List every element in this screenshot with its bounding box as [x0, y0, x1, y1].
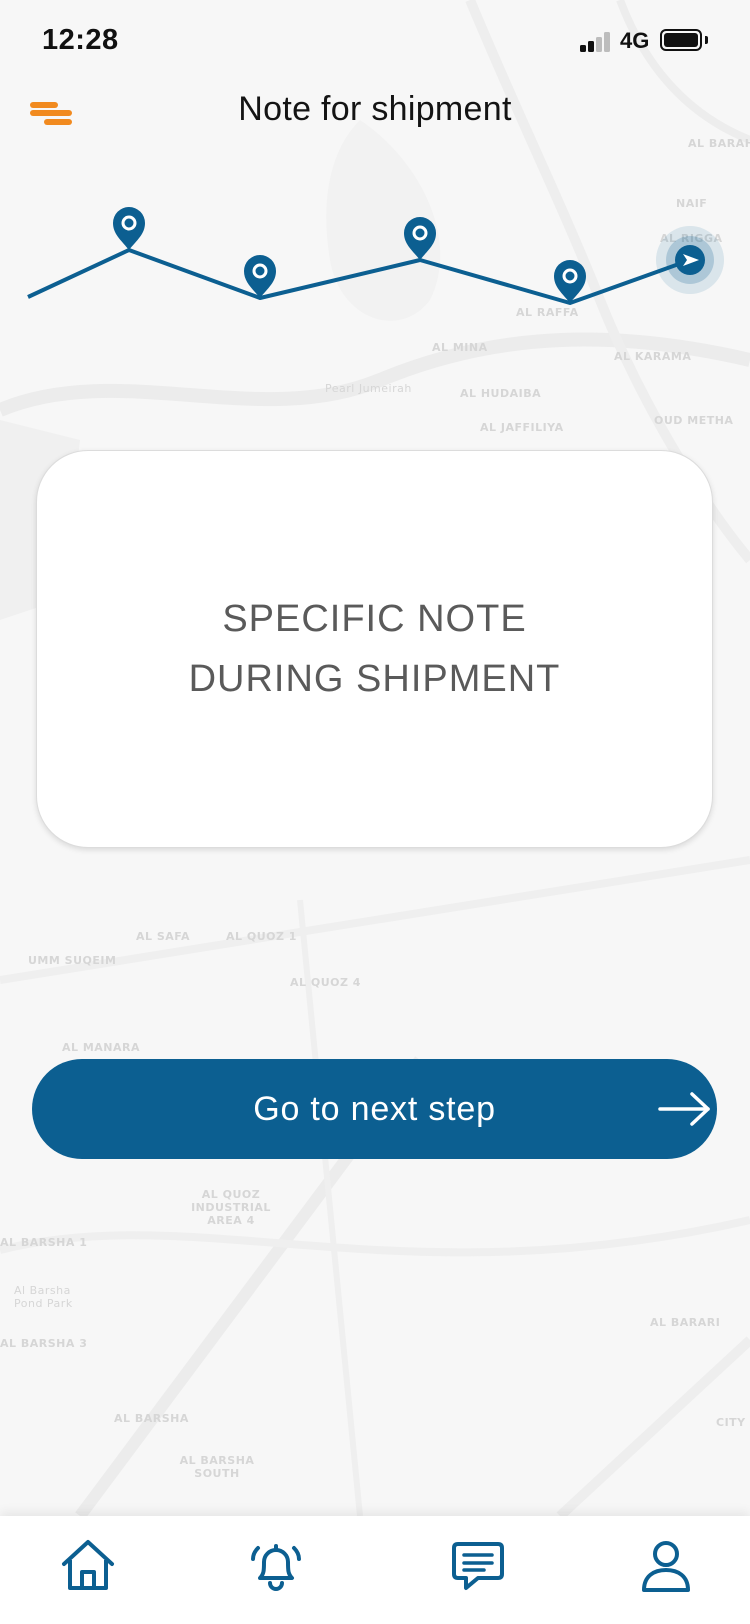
next-step-button[interactable]: Go to next step — [32, 1059, 717, 1159]
tab-profile[interactable] — [636, 1536, 696, 1596]
map-label: Al Barsha Pond Park — [14, 1284, 73, 1310]
map-road — [0, 1216, 750, 1257]
tab-messages[interactable] — [448, 1536, 508, 1596]
map-label: AL QUOZ INDUSTRIAL AREA 4 — [191, 1188, 271, 1227]
step-pin-1[interactable] — [113, 207, 145, 250]
map-label: AL MANARA — [62, 1041, 141, 1054]
progress-route-line — [27, 248, 691, 305]
map-label: UMM SUQEIM — [28, 954, 117, 967]
map-label: AL KARAMA — [614, 350, 692, 363]
shipment-progress — [27, 207, 724, 305]
map-label: AL BARAH — [688, 137, 750, 150]
map-label: AL MINA — [432, 341, 488, 354]
battery-cap — [705, 36, 708, 44]
map-label: AL BARSHA SOUTH — [179, 1454, 255, 1480]
map-label: AL BARSHA — [114, 1412, 189, 1425]
map-label: AL JAFFILIYA — [480, 421, 564, 434]
map-label: CITY — [716, 1416, 746, 1429]
note-card: SPECIFIC NOTE DURING SHIPMENT — [36, 450, 713, 848]
step-pin-4[interactable] — [554, 260, 586, 303]
tab-bar — [0, 1516, 750, 1624]
app-screen: AL BARAH NAIF AL RIGGA AL RAFFA AL MINA … — [0, 0, 750, 1624]
step-pin-3[interactable] — [404, 217, 436, 260]
current-position-marker[interactable] — [656, 226, 724, 294]
page-title: Note for shipment — [238, 90, 512, 128]
map-label: AL QUOZ 4 — [290, 976, 361, 989]
map-label: AL HUDAIBA — [460, 387, 542, 400]
chat-icon — [452, 1542, 504, 1590]
profile-icon — [642, 1541, 690, 1592]
map-label: OUD METHA — [654, 414, 734, 427]
home-icon — [62, 1540, 114, 1590]
arrow-right-icon — [658, 1092, 710, 1126]
map-label: AL BARSHA 1 — [0, 1236, 88, 1249]
note-text: SPECIFIC NOTE DURING SHIPMENT — [188, 598, 561, 700]
network-label: 4G — [620, 28, 650, 53]
status-time: 12:28 — [42, 24, 119, 56]
battery-icon — [660, 29, 702, 51]
map-label: AL BARSHA 3 — [0, 1337, 88, 1350]
status-bar: 12:28 4G — [0, 0, 750, 84]
map-label: AL BARARI — [650, 1316, 721, 1329]
map-label: AL SAFA — [136, 930, 191, 943]
map-label: AL QUOZ 1 — [226, 930, 297, 943]
bell-icon — [251, 1544, 301, 1591]
map-label: Pearl Jumeirah — [325, 382, 412, 395]
tab-home[interactable] — [58, 1536, 118, 1596]
next-step-label: Go to next step — [253, 1090, 496, 1128]
step-pin-2[interactable] — [244, 255, 276, 298]
signal-icon — [580, 32, 614, 52]
tab-notifications[interactable] — [246, 1536, 306, 1596]
